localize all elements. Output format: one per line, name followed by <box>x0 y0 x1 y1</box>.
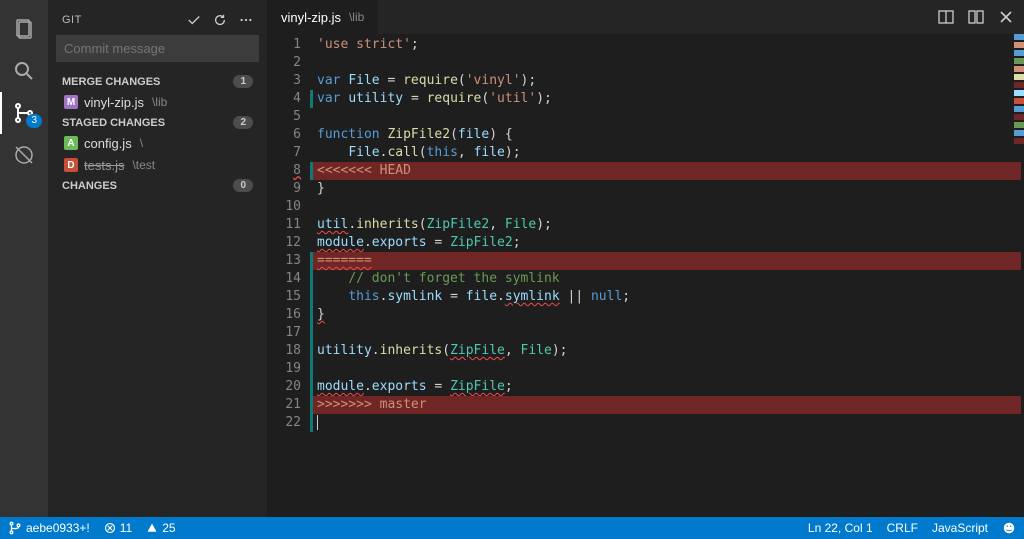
branch-icon <box>8 521 22 535</box>
file-row-merge[interactable]: M vinyl-zip.js \lib <box>48 91 267 113</box>
split-editor-icon[interactable] <box>938 9 954 25</box>
sidebar-header: GIT <box>48 0 267 35</box>
code-editor[interactable]: 12345678910111213141516171819202122 'use… <box>267 34 1024 517</box>
source-control-icon[interactable]: 3 <box>0 92 48 134</box>
language-status[interactable]: JavaScript <box>932 521 988 535</box>
commit-check-icon[interactable] <box>187 13 201 27</box>
warnings-status[interactable]: 25 <box>146 521 175 535</box>
feedback-icon[interactable] <box>1002 521 1016 535</box>
section-merge[interactable]: MERGE CHANGES 1 <box>48 72 267 91</box>
refresh-icon[interactable] <box>213 13 227 27</box>
added-icon: A <box>64 136 78 150</box>
cursor-position[interactable]: Ln 22, Col 1 <box>808 521 873 535</box>
section-changes[interactable]: CHANGES 0 <box>48 176 267 195</box>
staged-count: 2 <box>233 116 253 129</box>
open-changes-icon[interactable] <box>968 9 984 25</box>
merge-count: 1 <box>233 75 253 88</box>
commit-input[interactable] <box>56 35 259 62</box>
file-row-staged-a[interactable]: A config.js \ <box>48 132 267 154</box>
section-staged[interactable]: STAGED CHANGES 2 <box>48 113 267 132</box>
deleted-icon: D <box>64 158 78 172</box>
warning-icon <box>146 522 158 534</box>
commit-box <box>48 35 267 72</box>
explorer-icon[interactable] <box>0 8 48 50</box>
sidebar-title: GIT <box>62 14 187 26</box>
errors-status[interactable]: 11 <box>104 521 132 535</box>
code[interactable]: 'use strict'; var File = require('vinyl'… <box>313 34 1024 517</box>
scm-badge: 3 <box>26 114 42 128</box>
tabs: vinyl-zip.js \lib <box>267 0 1024 34</box>
more-icon[interactable] <box>239 13 253 27</box>
changes-count: 0 <box>233 179 253 192</box>
git-branch-status[interactable]: aebe0933+! <box>8 521 90 535</box>
tab-active[interactable]: vinyl-zip.js \lib <box>267 0 378 34</box>
eol-status[interactable]: CRLF <box>887 521 918 535</box>
error-icon <box>104 522 116 534</box>
close-icon[interactable] <box>998 9 1014 25</box>
tab-path: \lib <box>349 10 364 24</box>
overview-ruler[interactable] <box>1014 34 1024 294</box>
gutter: 12345678910111213141516171819202122 <box>267 34 313 517</box>
activity-bar: 3 <box>0 0 48 517</box>
debug-icon[interactable] <box>0 134 48 176</box>
search-icon[interactable] <box>0 50 48 92</box>
modified-icon: M <box>64 95 78 109</box>
tab-filename: vinyl-zip.js <box>281 10 341 25</box>
editor: vinyl-zip.js \lib 1234567891011121314151… <box>267 0 1024 517</box>
sidebar: GIT MERGE CHANGES 1 M vinyl-zip.js \lib … <box>48 0 267 517</box>
status-bar: aebe0933+! 11 25 Ln 22, Col 1 CRLF JavaS… <box>0 517 1024 539</box>
file-row-staged-d[interactable]: D tests.js \test <box>48 154 267 176</box>
